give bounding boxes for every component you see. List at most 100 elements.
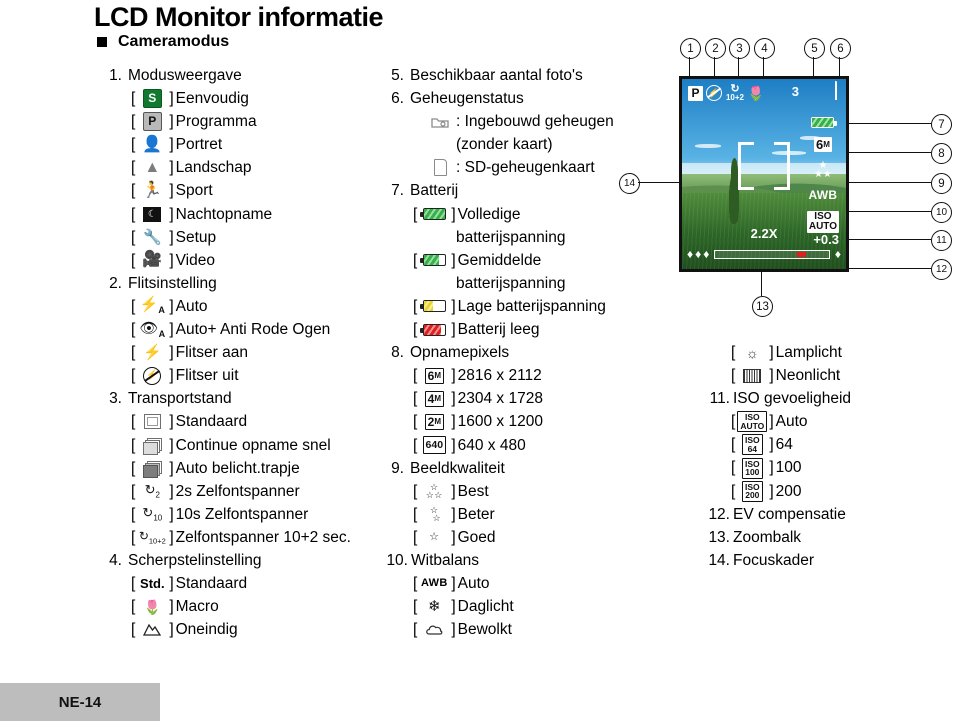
osd-white-balance: AWB: [808, 188, 838, 202]
osd-macro-icon: 🌷: [747, 85, 765, 101]
bracket-close: ]: [769, 413, 774, 431]
sub-item-label: Auto: [175, 297, 208, 315]
iso-100-icon: ISO 100: [738, 457, 766, 479]
callout-7: 7: [931, 114, 952, 135]
bracket-open: [: [131, 621, 136, 639]
bracket-open: [: [131, 251, 136, 269]
sub-item-label: 2304 x 1728: [457, 390, 543, 408]
sub-item-iso-200: [ ISO 200 ] 200: [700, 480, 960, 503]
px-badge: 2: [427, 414, 435, 429]
iso-64-icon: ISO 64: [738, 434, 766, 456]
sub-item-label: Nachtopname: [175, 205, 273, 223]
wide-tree-icon: ♦: [695, 247, 702, 261]
sub-item-label: Neonlicht: [775, 367, 841, 385]
bracket-close: ]: [769, 367, 774, 385]
timer-10plus2-icon: ↻10+2: [138, 528, 166, 546]
item-label: Flitsinstelling: [128, 274, 217, 292]
bracket-open: [: [131, 505, 136, 523]
sub-item-wb-auto: [ AWB ] Auto: [378, 572, 663, 595]
iso-bottom: AUTO: [740, 420, 765, 431]
px-unit: M: [434, 416, 441, 426]
sub-item-timer-10s: [ ↻10 ] 10s Zelfontspanner: [96, 503, 386, 526]
mode-portrait-icon: 👤: [142, 135, 163, 153]
sub-item-label: Sport: [175, 182, 213, 200]
item-label: ISO gevoeligheid: [733, 390, 852, 408]
px-640-icon: 640: [420, 436, 448, 455]
osd-pixels-unit: M: [823, 140, 830, 149]
bracket-close: ]: [451, 505, 456, 523]
bracket-open: [: [731, 436, 736, 454]
bracket-close: ]: [451, 413, 456, 431]
sub-item-label: 640 x 480: [457, 436, 526, 454]
bracket-open: [: [413, 621, 418, 639]
bracket-open: [: [131, 482, 136, 500]
osd-sd-card-icon: [835, 81, 837, 100]
battery-medium-icon: [420, 251, 448, 270]
sub-item-wb-cloudy: [ ] Bewolkt: [378, 618, 663, 641]
sub-item-quality-better: [ ☆ ☆ ] Beter: [378, 503, 663, 526]
bracket-open: [: [413, 482, 418, 500]
leader-12: [849, 268, 931, 270]
internal-memory-icon: [427, 112, 453, 131]
bracket-close: ]: [451, 436, 456, 454]
item-label: Zoombalk: [733, 528, 802, 546]
osd-right-group: 6M ★ ★★ AWB ISO AUTO: [806, 117, 839, 233]
mode-sport-icon: 🏃: [142, 182, 163, 200]
bracket-open: [: [131, 90, 136, 108]
sub-item-battery-full: [ ] Volledige: [378, 203, 663, 226]
sub-item-focus-macro: [ 🌷 ] Macro: [96, 595, 386, 618]
bracket-close: ]: [769, 436, 774, 454]
item-number: 8.: [391, 344, 404, 362]
bracket-close: ]: [169, 621, 174, 639]
callout-5: 5: [804, 38, 825, 59]
sub-item-programma: [ P ] Programma: [96, 110, 386, 133]
sub-item-flash-auto: [ ⚡A ] Auto: [96, 295, 386, 318]
focus-macro-icon: 🌷: [143, 598, 162, 615]
sub-item-sport: [ 🏃 ] Sport: [96, 179, 386, 202]
sub-item-wb-fluorescent: [ ] Neonlicht: [700, 364, 960, 387]
sub-item-quality-best: [ ☆ ☆☆ ] Best: [378, 480, 663, 503]
item-label: Witbalans: [411, 551, 480, 569]
item-number: 12.: [708, 505, 730, 523]
sub-item-label: 2s Zelfontspanner: [175, 482, 300, 500]
sub-item-label: 1600 x 1200: [457, 413, 543, 431]
bracket-open: [: [131, 575, 136, 593]
bracket-close: ]: [169, 136, 174, 154]
sub-item-px-640: [ 640 ] 640 x 480: [378, 434, 663, 457]
item-number: 2.: [109, 274, 122, 292]
sub-item-wb-tungsten: [ ☼ ] Lamplicht: [700, 341, 960, 364]
bracket-close: ]: [451, 575, 456, 593]
callout-10: 10: [931, 202, 952, 223]
bracket-open: [: [413, 598, 418, 616]
px-badge: 4: [427, 391, 435, 406]
item-label: Transportstand: [128, 390, 232, 408]
sub-item-eenvoudig: [ S ] Eenvoudig: [96, 87, 386, 110]
sub-item-label: Auto: [775, 413, 808, 431]
item-number: 11.: [709, 390, 730, 408]
callout-6: 6: [830, 38, 851, 59]
bracket-close: ]: [451, 390, 456, 408]
item-label: Modusweergave: [128, 67, 242, 84]
bracket-close: ]: [451, 205, 456, 223]
drive-continuous-icon: [138, 436, 166, 455]
bracket-open: [: [413, 575, 418, 593]
bracket-close: ]: [169, 159, 174, 177]
wb-auto-icon: AWB: [420, 574, 448, 593]
bracket-open: [: [413, 321, 418, 339]
item-label: Beeldkwaliteit: [410, 459, 505, 477]
sub-item-label: Continue opname snel: [175, 436, 331, 454]
item-number: 4.: [109, 551, 122, 569]
leader-10: [849, 211, 931, 213]
osd-zoom-bar: [714, 249, 830, 259]
item-label: Scherpstelinstelling: [128, 551, 262, 569]
list-item-5: 5. Beschikbaar aantal foto's: [378, 64, 663, 87]
bracket-close: ]: [451, 621, 456, 639]
item-number: 3.: [109, 390, 122, 408]
sub-item-drive-bracket: [ ] Auto belicht.trapje: [96, 457, 386, 480]
bracket-close: ]: [169, 575, 174, 593]
callout-11: 11: [931, 230, 952, 251]
px-4m-icon: 4M: [420, 389, 448, 408]
sub-item-px-4m: [ 4M ] 2304 x 1728: [378, 387, 663, 410]
sub-item-internal-memory: : Ingebouwd geheugen: [378, 110, 663, 133]
bracket-close: ]: [169, 297, 174, 315]
